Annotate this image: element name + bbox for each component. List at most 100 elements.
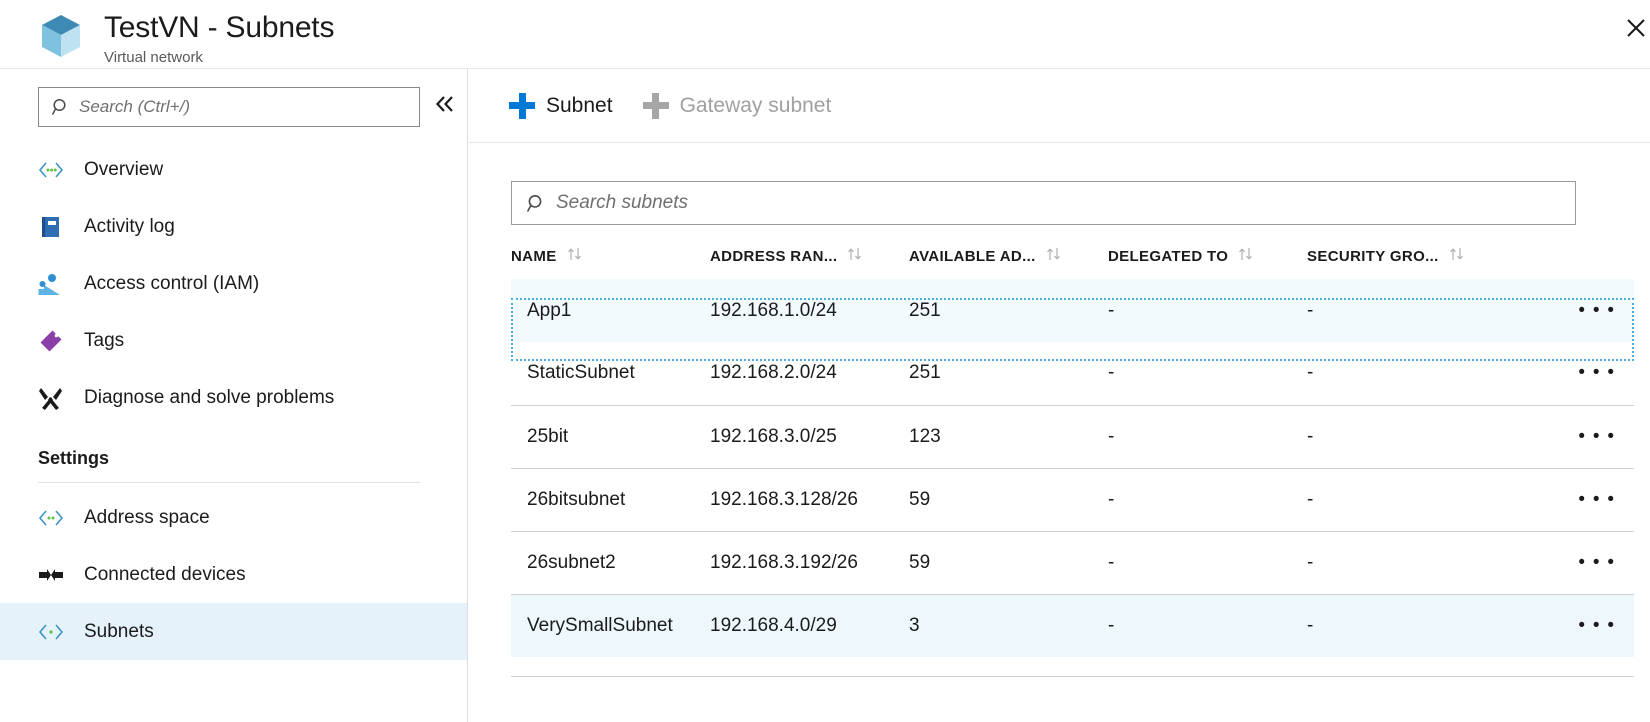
- collapse-sidebar-button[interactable]: [432, 91, 458, 117]
- row-context-menu-button[interactable]: • • •: [1506, 530, 1634, 594]
- sidebar-item-label: Overview: [84, 158, 164, 180]
- table-row[interactable]: App1 192.168.1.0/24 251 - - • • •: [511, 279, 1634, 342]
- sidebar-item-tags[interactable]: Tags: [0, 312, 467, 369]
- cell-security-group: -: [1307, 362, 1314, 384]
- sidebar-search-input[interactable]: [79, 97, 379, 117]
- add-gateway-subnet-button[interactable]: Gateway subnet: [642, 82, 832, 130]
- sidebar-item-address-space[interactable]: Address space: [0, 489, 467, 546]
- cell-delegated-to: -: [1108, 404, 1307, 468]
- sidebar-item-access-control[interactable]: Access control (IAM): [0, 255, 467, 312]
- row-context-menu-button[interactable]: • • •: [1506, 342, 1634, 405]
- cell-name: 25bit: [511, 404, 710, 468]
- cell-address-range: 192.168.3.0/25: [710, 404, 909, 468]
- sidebar-item-label: Address space: [84, 506, 210, 528]
- sidebar-item-overview[interactable]: Overview: [0, 141, 467, 198]
- cell-name: App1: [511, 279, 710, 342]
- subnets-table: NAME ADDRESS RAN... AVAILABLE AD... DELE…: [511, 247, 1634, 657]
- wrench-screwdriver-icon: [38, 385, 64, 411]
- vnet-brackets-icon: [38, 619, 64, 645]
- row-context-menu-button[interactable]: • • •: [1506, 404, 1634, 468]
- sort-icon: [847, 247, 863, 265]
- cell-name: StaticSubnet: [527, 362, 635, 384]
- table-bottom-divider: [511, 676, 1634, 677]
- cell-name: 26bitsubnet: [511, 467, 710, 531]
- sidebar-search-row: [0, 69, 467, 127]
- activity-log-book-icon: [38, 214, 64, 240]
- sort-icon: [1238, 247, 1254, 265]
- virtual-network-cube-icon: [38, 12, 84, 60]
- column-header-actions: [1506, 247, 1634, 279]
- sidebar-section-settings: Settings: [38, 448, 110, 468]
- chevron-double-left-icon: [435, 96, 453, 112]
- cell-security-group: -: [1307, 530, 1506, 594]
- tag-icon: [38, 328, 64, 354]
- sidebar-search-box[interactable]: [38, 87, 420, 127]
- table-row[interactable]: 26bitsubnet 192.168.3.128/26 59 - - • • …: [511, 467, 1634, 531]
- row-context-menu-button[interactable]: • • •: [1506, 467, 1634, 531]
- sidebar-item-label: Connected devices: [84, 563, 246, 585]
- search-icon: [51, 97, 71, 117]
- cell-delegated-to: -: [1108, 467, 1307, 531]
- column-header-security-group[interactable]: SECURITY GRO...: [1307, 247, 1506, 279]
- column-label: DELEGATED TO: [1108, 248, 1229, 265]
- sidebar-settings-list: Address space Connected devices Subnets: [0, 489, 467, 660]
- column-label: SECURITY GRO...: [1307, 248, 1439, 265]
- close-blade-button[interactable]: [1616, 8, 1650, 48]
- close-icon: [1627, 19, 1645, 37]
- plus-icon: [509, 92, 535, 119]
- row-context-menu-button[interactable]: • • •: [1506, 593, 1634, 657]
- search-icon: [526, 193, 547, 214]
- add-subnet-label: Subnet: [546, 93, 613, 117]
- column-header-available-addresses[interactable]: AVAILABLE AD...: [909, 247, 1108, 279]
- sidebar-item-diagnose-and-solve-problems[interactable]: Diagnose and solve problems: [0, 369, 467, 426]
- subnet-search-box[interactable]: [511, 181, 1576, 225]
- cell-delegated-to: -: [1108, 593, 1307, 657]
- cell-name: 26subnet2: [511, 530, 710, 594]
- column-label: AVAILABLE AD...: [909, 248, 1036, 265]
- page-title: TestVN - Subnets: [104, 11, 335, 44]
- cell-delegated-to: -: [1108, 279, 1307, 342]
- cell-available-addresses: 59: [909, 467, 1108, 531]
- table-row[interactable]: StaticSubnet 192.168.2.0/24 251 - - • • …: [511, 342, 1634, 405]
- cell-available-addresses: 123: [909, 404, 1108, 468]
- column-header-delegated-to[interactable]: DELEGATED TO: [1108, 247, 1307, 279]
- table-header-row: NAME ADDRESS RAN... AVAILABLE AD... DELE…: [511, 247, 1634, 279]
- azure-portal-blade: TestVN - Subnets Virtual network Search …: [0, 0, 1650, 722]
- blade-content: Subnet Gateway subnet Search subnets NAM…: [469, 69, 1650, 722]
- table-row[interactable]: VerySmallSubnet 192.168.4.0/29 3 - - • •…: [511, 593, 1634, 657]
- cell-available-addresses: 251: [909, 279, 1108, 342]
- sidebar-item-label: Diagnose and solve problems: [84, 386, 335, 408]
- sidebar-item-activity-log[interactable]: Activity log: [0, 198, 467, 255]
- table-body: App1 192.168.1.0/24 251 - - • • • Static…: [511, 279, 1634, 657]
- access-control-people-icon: [38, 271, 64, 297]
- sort-icon: [1046, 247, 1062, 265]
- cell-available-addresses: 3: [909, 593, 1108, 657]
- column-header-address-range[interactable]: ADDRESS RAN...: [710, 247, 909, 279]
- cell-security-group: -: [1307, 279, 1506, 342]
- column-label: NAME: [511, 248, 557, 265]
- sort-icon: [1449, 247, 1465, 265]
- subnet-search-input[interactable]: [556, 192, 1436, 214]
- sidebar-section-divider: [38, 482, 420, 483]
- page-subtitle: Virtual network: [104, 49, 203, 66]
- sidebar-item-label: Subnets: [84, 620, 154, 642]
- column-label: ADDRESS RAN...: [710, 248, 838, 265]
- cell-security-group: -: [1307, 593, 1506, 657]
- row-context-menu-button[interactable]: • • •: [1506, 279, 1634, 342]
- connected-devices-icon: [38, 562, 64, 588]
- cell-delegated-to: -: [1108, 530, 1307, 594]
- cell-name: VerySmallSubnet: [511, 593, 710, 657]
- add-subnet-button[interactable]: Subnet: [509, 82, 613, 130]
- cell-delegated-to: -: [1108, 362, 1115, 384]
- table-row[interactable]: 25bit 192.168.3.0/25 123 - - • • •: [511, 404, 1634, 468]
- cell-address-range: 192.168.1.0/24: [710, 279, 909, 342]
- command-toolbar: Subnet Gateway subnet: [469, 69, 1650, 143]
- cell-available-addresses: 59: [909, 530, 1108, 594]
- table-row[interactable]: 26subnet2 192.168.3.192/26 59 - - • • •: [511, 530, 1634, 594]
- vnet-brackets-icon: [38, 157, 64, 183]
- sidebar-item-connected-devices[interactable]: Connected devices: [0, 546, 467, 603]
- column-header-name[interactable]: NAME: [511, 247, 710, 279]
- sidebar-item-subnets[interactable]: Subnets: [0, 603, 467, 660]
- add-gateway-subnet-label: Gateway subnet: [679, 93, 832, 117]
- cell-security-group: -: [1307, 467, 1506, 531]
